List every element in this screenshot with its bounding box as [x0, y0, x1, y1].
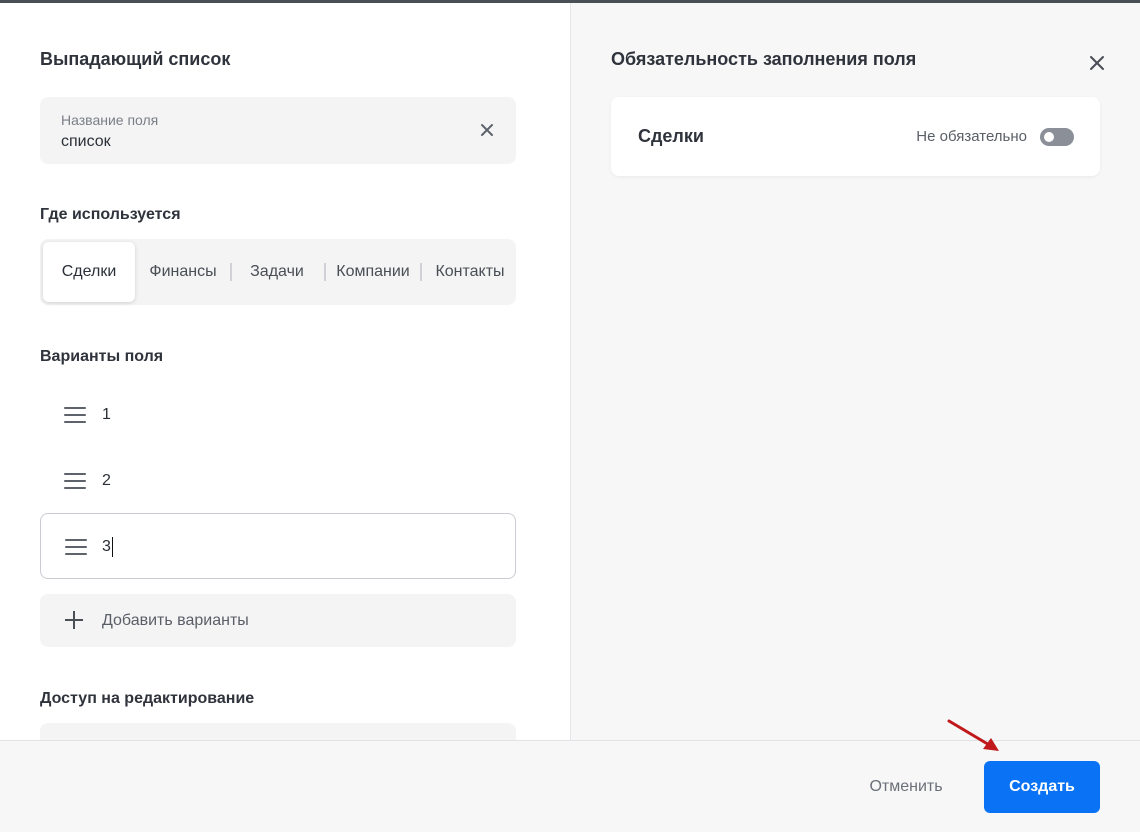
where-used-title: Где используется	[40, 206, 181, 223]
close-icon[interactable]	[1087, 53, 1107, 73]
required-toggle[interactable]	[1040, 128, 1074, 146]
access-title: Доступ на редактирование	[40, 690, 255, 707]
toggle-knob	[1044, 132, 1054, 142]
where-used-tabs: Сделки Финансы Задачи Компании Контакты	[40, 239, 516, 305]
drag-handle-icon[interactable]	[64, 407, 86, 423]
required-state-label: Не обязательно	[916, 128, 1027, 145]
required-title: Обязательность заполнения поля	[611, 49, 917, 69]
tab-tasks[interactable]: Задачи	[238, 239, 316, 305]
tab-separator	[324, 263, 326, 281]
panel-title: Выпадающий список	[40, 49, 231, 69]
tab-companies[interactable]: Компании	[330, 239, 416, 305]
field-name-label: Название поля	[61, 112, 159, 128]
variant-input[interactable]: 3	[102, 514, 114, 580]
field-name-value[interactable]: список	[61, 133, 111, 151]
drag-handle-icon[interactable]	[65, 539, 87, 555]
required-card-deals: Сделки Не обязательно	[611, 97, 1100, 176]
annotation-arrow-icon	[947, 719, 999, 751]
add-variants-button[interactable]: Добавить варианты	[40, 594, 516, 647]
variant-input-value: 3	[102, 538, 111, 555]
tab-separator	[230, 263, 232, 281]
field-name-input[interactable]: Название поля список	[40, 97, 516, 164]
cancel-button[interactable]: Отменить	[856, 761, 956, 813]
variant-item-editing[interactable]: 3	[40, 513, 516, 579]
plus-icon	[65, 611, 83, 629]
variant-value[interactable]: 2	[102, 448, 111, 514]
variants-title: Варианты поля	[40, 348, 164, 365]
tab-contacts[interactable]: Контакты	[426, 239, 514, 305]
clear-icon[interactable]	[476, 119, 498, 141]
access-select[interactable]	[40, 723, 516, 740]
variant-value[interactable]: 1	[102, 382, 111, 448]
tab-finance[interactable]: Финансы	[141, 239, 225, 305]
text-caret	[111, 536, 114, 557]
tab-deals[interactable]: Сделки	[43, 242, 135, 302]
required-card-name: Сделки	[638, 126, 704, 146]
tab-separator	[420, 263, 422, 281]
create-button[interactable]: Создать	[984, 761, 1100, 813]
variant-item[interactable]: 2	[40, 448, 516, 514]
variant-item[interactable]: 1	[40, 382, 516, 448]
required-settings-panel: Обязательность заполнения поля Сделки Не…	[570, 3, 1140, 740]
add-variants-label: Добавить варианты	[102, 612, 249, 629]
drag-handle-icon[interactable]	[64, 473, 86, 489]
field-settings-panel: Выпадающий список Название поля список Г…	[0, 3, 570, 740]
